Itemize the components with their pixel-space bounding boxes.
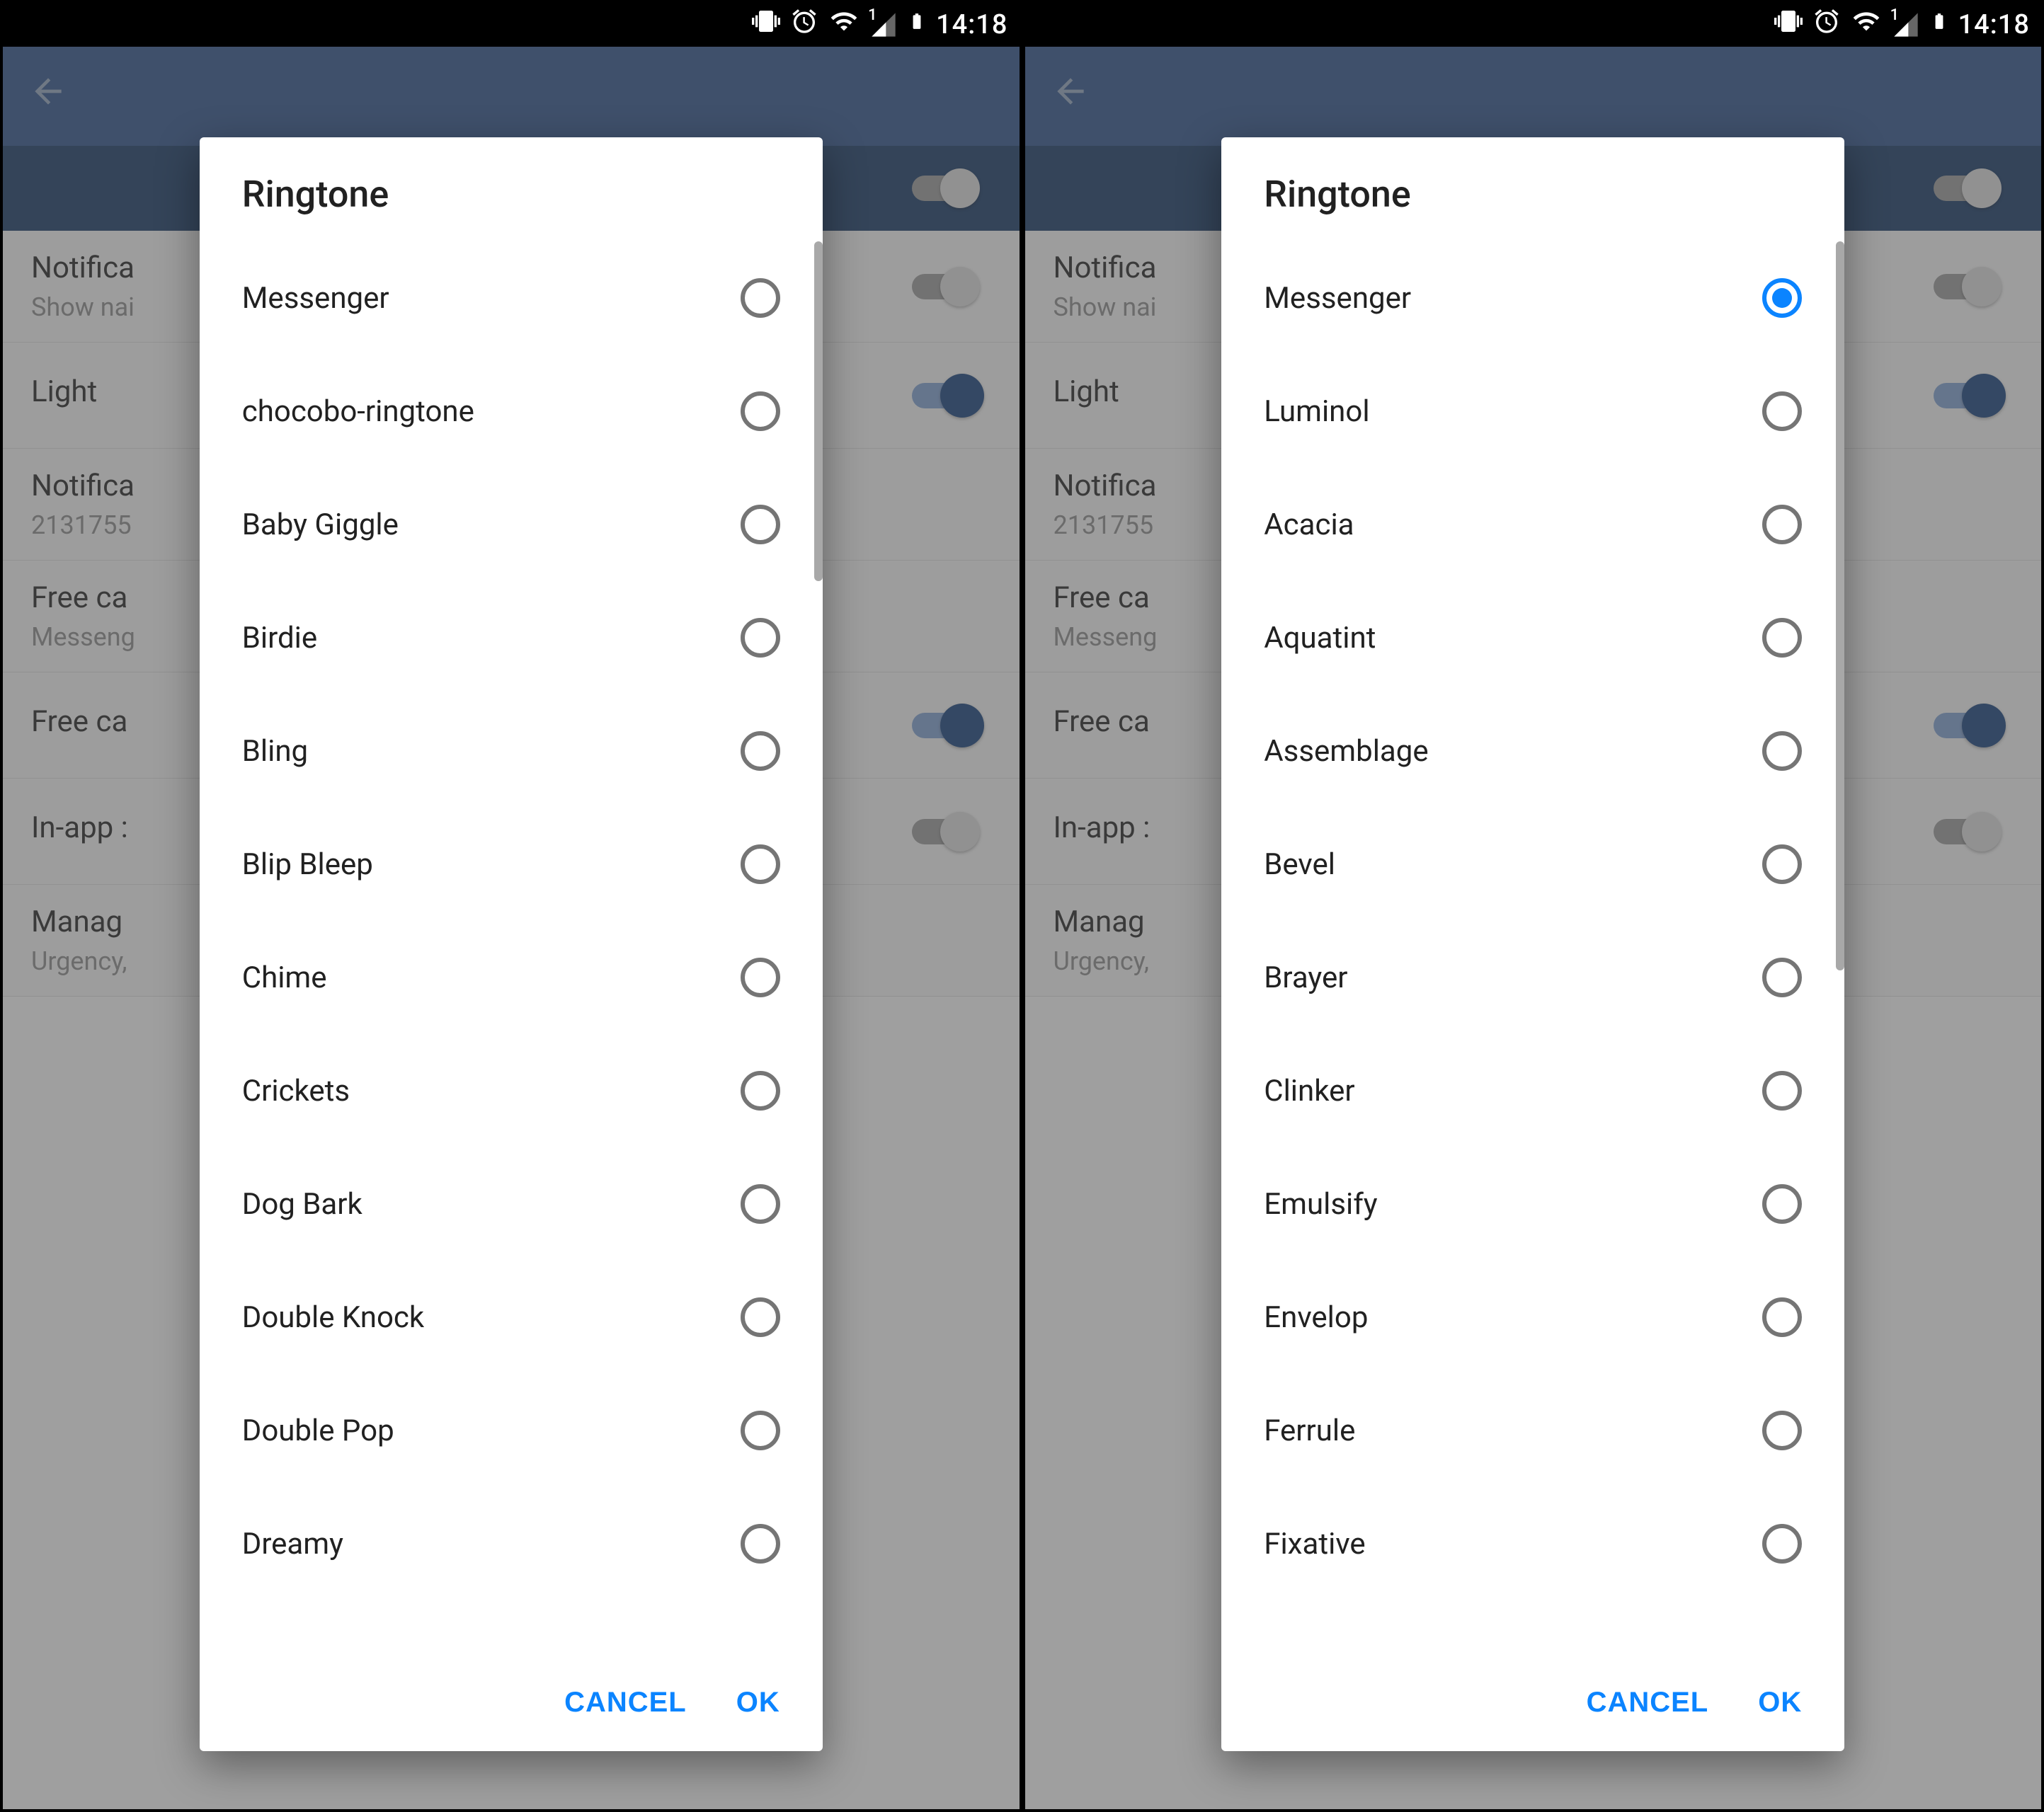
radio-icon[interactable]: [1762, 278, 1802, 318]
alarm-icon: [1812, 7, 1841, 42]
dialog-actions: CANCEL OK: [1221, 1665, 1844, 1751]
dialog-actions: CANCEL OK: [200, 1665, 823, 1751]
scrollbar-thumb[interactable]: [814, 241, 823, 581]
ringtone-option[interactable]: Fixative: [1264, 1487, 1802, 1600]
ringtone-option[interactable]: Crickets: [242, 1034, 780, 1147]
ringtone-option[interactable]: Dog Bark: [242, 1147, 780, 1261]
ringtone-option[interactable]: Luminol: [1264, 355, 1802, 468]
signal-sim-label: 1: [868, 6, 877, 24]
ringtone-option[interactable]: Brayer: [1264, 921, 1802, 1034]
phone-screen-left: 1 14:18 NotificaShow nai Light Notifica2…: [0, 0, 1022, 1812]
ringtone-option[interactable]: Baby Giggle: [242, 468, 780, 581]
ringtone-option[interactable]: chocobo-ringtone: [242, 355, 780, 468]
status-bar: 1 14:18: [1025, 3, 2042, 47]
vibrate-icon: [1774, 7, 1803, 42]
radio-icon[interactable]: [741, 1184, 780, 1224]
radio-icon[interactable]: [1762, 1071, 1802, 1111]
ringtone-option[interactable]: Messenger: [242, 241, 780, 355]
radio-icon[interactable]: [741, 731, 780, 771]
signal-sim-label: 1: [1890, 6, 1900, 24]
ok-button[interactable]: OK: [1758, 1687, 1802, 1719]
ok-button[interactable]: OK: [736, 1687, 780, 1719]
signal-icon: 1: [869, 11, 898, 39]
radio-icon[interactable]: [741, 1524, 780, 1564]
alarm-icon: [790, 7, 818, 42]
vibrate-icon: [752, 7, 780, 42]
wifi-icon: [1851, 7, 1882, 42]
ringtone-option-list[interactable]: Messenger chocobo-ringtone Baby Giggle B…: [200, 241, 823, 1665]
status-icons: 1: [1774, 7, 1948, 42]
cancel-button[interactable]: CANCEL: [1587, 1687, 1709, 1719]
radio-icon[interactable]: [741, 1411, 780, 1450]
radio-icon[interactable]: [1762, 618, 1802, 658]
ringtone-option[interactable]: Assemblage: [1264, 694, 1802, 808]
ringtone-option-list[interactable]: Messenger Luminol Acacia Aquatint Assemb…: [1221, 241, 1844, 1665]
ringtone-option[interactable]: Double Pop: [242, 1374, 780, 1487]
status-clock: 14:18: [1958, 9, 2030, 40]
ringtone-option[interactable]: Blip Bleep: [242, 808, 780, 921]
ringtone-option[interactable]: Clinker: [1264, 1034, 1802, 1147]
ringtone-dialog: Ringtone Messenger chocobo-ringtone Baby…: [200, 137, 823, 1751]
radio-icon[interactable]: [741, 958, 780, 997]
radio-icon[interactable]: [741, 1071, 780, 1111]
phone-screen-right: 1 14:18 NotificaShow nai Light Notifica2…: [1022, 0, 2044, 1812]
battery-icon: [1930, 7, 1948, 42]
radio-icon[interactable]: [741, 844, 780, 884]
ringtone-option[interactable]: Bling: [242, 694, 780, 808]
ringtone-option[interactable]: Envelop: [1264, 1261, 1802, 1374]
radio-icon[interactable]: [1762, 1524, 1802, 1564]
ringtone-option[interactable]: Ferrule: [1264, 1374, 1802, 1487]
ringtone-option[interactable]: Birdie: [242, 581, 780, 694]
cancel-button[interactable]: CANCEL: [564, 1687, 687, 1719]
radio-icon[interactable]: [741, 618, 780, 658]
ringtone-option[interactable]: Emulsify: [1264, 1147, 1802, 1261]
radio-icon[interactable]: [1762, 958, 1802, 997]
radio-icon[interactable]: [1762, 1297, 1802, 1337]
radio-icon[interactable]: [741, 505, 780, 544]
radio-icon[interactable]: [1762, 505, 1802, 544]
signal-icon: 1: [1892, 11, 1920, 39]
ringtone-option[interactable]: Aquatint: [1264, 581, 1802, 694]
radio-icon[interactable]: [1762, 1184, 1802, 1224]
radio-icon[interactable]: [741, 1297, 780, 1337]
radio-icon[interactable]: [1762, 844, 1802, 884]
status-icons: 1: [752, 7, 926, 42]
ringtone-option[interactable]: Acacia: [1264, 468, 1802, 581]
radio-icon[interactable]: [741, 278, 780, 318]
ringtone-option[interactable]: Messenger: [1264, 241, 1802, 355]
dialog-title: Ringtone: [1221, 137, 1844, 241]
radio-icon[interactable]: [741, 391, 780, 431]
ringtone-option[interactable]: Bevel: [1264, 808, 1802, 921]
radio-icon[interactable]: [1762, 731, 1802, 771]
status-bar: 1 14:18: [3, 3, 1020, 47]
wifi-icon: [828, 7, 860, 42]
battery-icon: [908, 7, 926, 42]
ringtone-option[interactable]: Dreamy: [242, 1487, 780, 1600]
radio-icon[interactable]: [1762, 1411, 1802, 1450]
ringtone-dialog: Ringtone Messenger Luminol Acacia Aquati…: [1221, 137, 1844, 1751]
radio-icon[interactable]: [1762, 391, 1802, 431]
ringtone-option[interactable]: Chime: [242, 921, 780, 1034]
ringtone-option[interactable]: Double Knock: [242, 1261, 780, 1374]
dialog-title: Ringtone: [200, 137, 823, 241]
status-clock: 14:18: [936, 9, 1007, 40]
scrollbar-thumb[interactable]: [1836, 241, 1844, 970]
